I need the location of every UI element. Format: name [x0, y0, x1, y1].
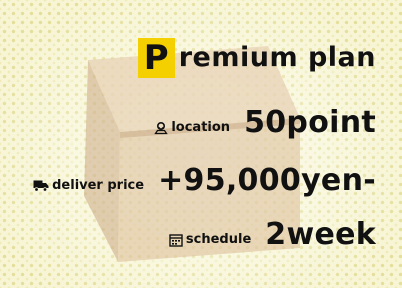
calendar-icon [169, 233, 183, 247]
deliver-price-label-group: deliver price [33, 178, 144, 198]
schedule-row: schedule 2week [169, 218, 376, 252]
location-label: location [171, 120, 231, 135]
schedule-value: 2week [265, 217, 376, 252]
plan-title: P remium plan [137, 38, 376, 78]
schedule-label-group: schedule [169, 232, 251, 252]
plan-title-text: remium plan [178, 42, 376, 73]
location-value: 50point [244, 105, 376, 140]
truck-icon [33, 180, 49, 192]
location-row: location 50point [154, 106, 376, 140]
slide-frame: P remium plan location 50point deliver p… [0, 0, 402, 288]
map-pin-icon [154, 121, 169, 134]
plan-title-badge: P [137, 38, 175, 78]
location-label-group: location [154, 120, 230, 140]
deliver-price-value: +95,000yen- [158, 163, 376, 198]
deliver-price-row: deliver price +95,000yen- [33, 164, 376, 198]
deliver-price-label: deliver price [52, 178, 145, 193]
schedule-label: schedule [185, 232, 252, 247]
